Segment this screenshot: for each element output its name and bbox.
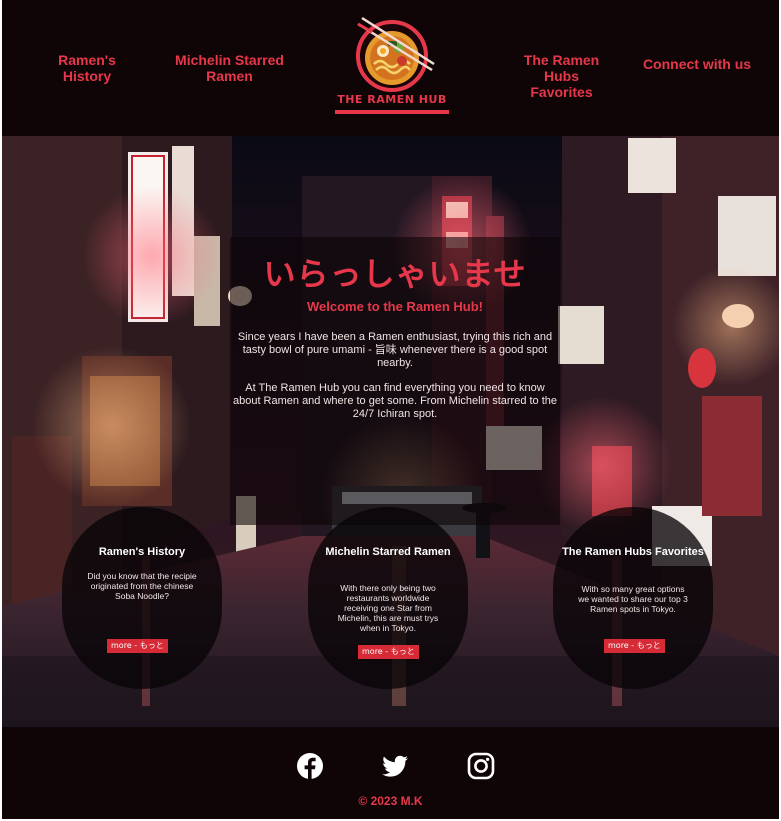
logo-text: THE RAMEN HUB	[337, 93, 447, 106]
card-michelin-starred-ramen: Michelin Starred Ramen With there only b…	[308, 507, 468, 689]
site-header: Ramen's History Michelin Starred Ramen T…	[2, 0, 779, 136]
copyright-text: © 2023 M.K	[358, 794, 423, 808]
ramen-bowl-logo-icon	[356, 16, 435, 92]
nav-link-ramens-history[interactable]: Ramen's History	[42, 52, 132, 84]
logo[interactable]: THE RAMEN HUB	[332, 14, 452, 118]
card-title: Ramen's History	[98, 546, 186, 558]
instagram-icon[interactable]	[467, 752, 495, 780]
more-button[interactable]: more - もっと	[604, 639, 665, 653]
twitter-icon[interactable]	[381, 752, 409, 780]
card-ramen-hubs-favorites: The Ramen Hubs Favorites With so many gr…	[553, 507, 713, 689]
card-ramens-history: Ramen's History Did you know that the re…	[62, 507, 222, 689]
card-text: Did you know that the recipie originated…	[87, 571, 197, 601]
welcome-paragraph-about: At The Ramen Hub you can find everything…	[232, 382, 558, 420]
more-button[interactable]: more - もっと	[358, 645, 419, 659]
welcome-paragraph-intro: Since years I have been a Ramen enthusia…	[237, 331, 553, 369]
welcome-panel: いらっしゃいませ Welcome to the Ramen Hub! Since…	[230, 237, 560, 525]
card-text: With there only being two restaurants wo…	[337, 583, 439, 633]
welcome-title: いらっしゃいませ	[263, 255, 527, 293]
site-footer: © 2023 M.K	[2, 727, 779, 819]
card-title: Michelin Starred Ramen	[325, 546, 451, 558]
hero-section: いらっしゃいませ Welcome to the Ramen Hub! Since…	[2, 136, 779, 727]
welcome-subtitle: Welcome to the Ramen Hub!	[306, 299, 483, 314]
card-title: The Ramen Hubs Favorites	[562, 546, 704, 558]
facebook-icon[interactable]	[296, 752, 324, 780]
nav-link-connect-with-us[interactable]: Connect with us	[642, 56, 752, 72]
card-text: With so many great options we wanted to …	[578, 584, 688, 614]
page: Ramen's History Michelin Starred Ramen T…	[2, 0, 779, 819]
logo-underline	[335, 110, 449, 114]
nav-link-michelin-starred-ramen[interactable]: Michelin Starred Ramen	[172, 52, 287, 84]
nav-link-ramen-hubs-favorites[interactable]: The Ramen Hubs Favorites	[514, 52, 609, 100]
more-button[interactable]: more - もっと	[107, 639, 168, 653]
